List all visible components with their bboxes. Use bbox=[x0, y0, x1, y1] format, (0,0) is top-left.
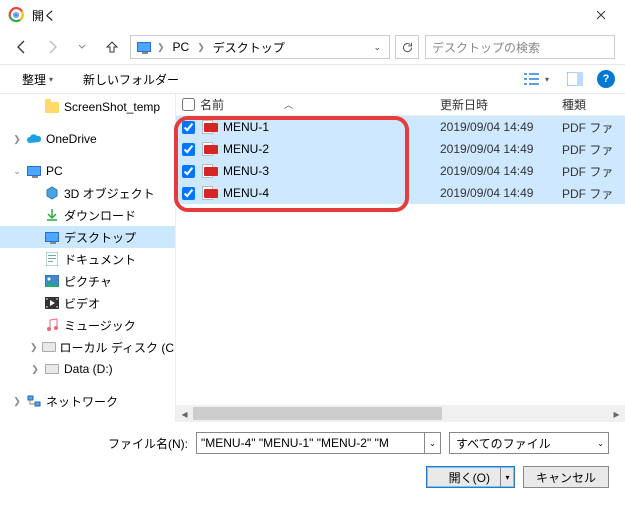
folder-tree[interactable]: ▸ScreenShot_temp ❯OneDrive ⌄PC ▸3D オブジェク… bbox=[0, 94, 175, 422]
pdf-icon bbox=[202, 186, 218, 200]
search-input[interactable]: デスクトップの検索 bbox=[425, 35, 615, 59]
tree-local-c[interactable]: ❯ローカル ディスク (C:) bbox=[0, 336, 175, 358]
file-list: 名前︿ 更新日時 種類 MENU-12019/09/04 14:49PDF ファ… bbox=[175, 94, 625, 422]
file-name: MENU-1 bbox=[223, 120, 269, 134]
filename-label: ファイル名(N): bbox=[108, 435, 188, 452]
breadcrumb[interactable]: ❯ PC ❯ デスクトップ ⌄ bbox=[130, 35, 390, 59]
breadcrumb-pc[interactable]: PC bbox=[167, 40, 196, 54]
tree-pc[interactable]: ⌄PC bbox=[0, 160, 175, 182]
horizontal-scrollbar[interactable]: ◂ ▸ bbox=[176, 405, 625, 422]
toolbar: 整理▾ 新しいフォルダー ▾ ? bbox=[0, 64, 625, 94]
row-checkbox[interactable] bbox=[176, 143, 200, 156]
select-all-checkbox[interactable] bbox=[176, 95, 200, 114]
pdf-icon bbox=[202, 142, 218, 156]
file-row[interactable]: MENU-1 2019/09/04 14:49PDF ファ bbox=[176, 116, 625, 138]
file-type: PDF ファ bbox=[562, 163, 625, 180]
file-date: 2019/09/04 14:49 bbox=[440, 142, 562, 156]
column-date[interactable]: 更新日時 bbox=[440, 96, 562, 113]
chevron-right-icon[interactable]: ❯ bbox=[195, 42, 207, 53]
search-placeholder: デスクトップの検索 bbox=[432, 39, 540, 56]
row-checkbox[interactable] bbox=[176, 121, 200, 134]
help-button[interactable]: ? bbox=[597, 70, 615, 88]
sort-asc-icon: ︿ bbox=[284, 98, 293, 111]
view-icon bbox=[524, 72, 542, 86]
open-button[interactable]: 開く(O)▾ bbox=[426, 466, 515, 488]
up-button[interactable] bbox=[100, 35, 124, 59]
cancel-button[interactable]: キャンセル bbox=[523, 466, 609, 488]
scroll-right[interactable]: ▸ bbox=[608, 405, 625, 422]
recent-dropdown[interactable] bbox=[70, 35, 94, 59]
window-title: 開く bbox=[32, 7, 581, 24]
tree-documents[interactable]: ▸ドキュメント bbox=[0, 248, 175, 270]
main-area: ▸ScreenShot_temp ❯OneDrive ⌄PC ▸3D オブジェク… bbox=[0, 94, 625, 422]
pdf-icon bbox=[202, 120, 218, 134]
scroll-left[interactable]: ◂ bbox=[176, 405, 193, 422]
close-button[interactable] bbox=[581, 0, 621, 30]
file-row[interactable]: MENU-3 2019/09/04 14:49PDF ファ bbox=[176, 160, 625, 182]
file-date: 2019/09/04 14:49 bbox=[440, 186, 562, 200]
new-folder-button[interactable]: 新しいフォルダー bbox=[79, 69, 183, 90]
file-row[interactable]: MENU-2 2019/09/04 14:49PDF ファ bbox=[176, 138, 625, 160]
file-date: 2019/09/04 14:49 bbox=[440, 120, 562, 134]
pc-icon bbox=[135, 38, 153, 56]
filename-dropdown[interactable]: ⌄ bbox=[425, 432, 441, 454]
view-menu[interactable]: ▾ bbox=[520, 70, 553, 88]
tree-screenshot[interactable]: ▸ScreenShot_temp bbox=[0, 96, 175, 118]
row-checkbox[interactable] bbox=[176, 187, 200, 200]
tree-network[interactable]: ❯ネットワーク bbox=[0, 390, 175, 412]
tree-music[interactable]: ▸ミュージック bbox=[0, 314, 175, 336]
back-button[interactable] bbox=[10, 35, 34, 59]
refresh-button[interactable] bbox=[395, 35, 419, 59]
column-name[interactable]: 名前︿ bbox=[200, 96, 440, 113]
column-type[interactable]: 種類 bbox=[562, 96, 625, 113]
tree-onedrive[interactable]: ❯OneDrive bbox=[0, 128, 175, 150]
file-name: MENU-3 bbox=[223, 164, 269, 178]
tree-pictures[interactable]: ▸ピクチャ bbox=[0, 270, 175, 292]
app-icon bbox=[8, 7, 24, 23]
filetype-select[interactable]: すべてのファイル⌄ bbox=[449, 432, 609, 454]
scroll-thumb[interactable] bbox=[193, 407, 442, 420]
tree-desktop[interactable]: ▸デスクトップ bbox=[0, 226, 175, 248]
filename-input[interactable]: "MENU-4" "MENU-1" "MENU-2" "M bbox=[196, 432, 425, 454]
pdf-icon bbox=[202, 164, 218, 178]
preview-pane-button[interactable] bbox=[563, 70, 587, 88]
file-type: PDF ファ bbox=[562, 185, 625, 202]
file-type: PDF ファ bbox=[562, 119, 625, 136]
navbar: ❯ PC ❯ デスクトップ ⌄ デスクトップの検索 bbox=[0, 30, 625, 64]
file-type: PDF ファ bbox=[562, 141, 625, 158]
file-row[interactable]: MENU-4 2019/09/04 14:49PDF ファ bbox=[176, 182, 625, 204]
tree-3dobjects[interactable]: ▸3D オブジェクト bbox=[0, 182, 175, 204]
footer: ファイル名(N): "MENU-4" "MENU-1" "MENU-2" "M … bbox=[0, 422, 625, 500]
file-name: MENU-4 bbox=[223, 186, 269, 200]
row-checkbox[interactable] bbox=[176, 165, 200, 178]
tree-data-d[interactable]: ❯Data (D:) bbox=[0, 358, 175, 380]
chevron-down-icon[interactable]: ⌄ bbox=[367, 42, 387, 53]
file-name: MENU-2 bbox=[223, 142, 269, 156]
titlebar: 開く bbox=[0, 0, 625, 30]
breadcrumb-desktop[interactable]: デスクトップ bbox=[207, 39, 291, 56]
chevron-right-icon[interactable]: ❯ bbox=[155, 42, 167, 53]
column-header: 名前︿ 更新日時 種類 bbox=[176, 94, 625, 116]
forward-button[interactable] bbox=[40, 35, 64, 59]
tree-videos[interactable]: ▸ビデオ bbox=[0, 292, 175, 314]
organize-menu[interactable]: 整理▾ bbox=[18, 69, 57, 90]
tree-downloads[interactable]: ▸ダウンロード bbox=[0, 204, 175, 226]
open-dropdown[interactable]: ▾ bbox=[500, 467, 514, 487]
panel-icon bbox=[567, 72, 583, 86]
file-date: 2019/09/04 14:49 bbox=[440, 164, 562, 178]
